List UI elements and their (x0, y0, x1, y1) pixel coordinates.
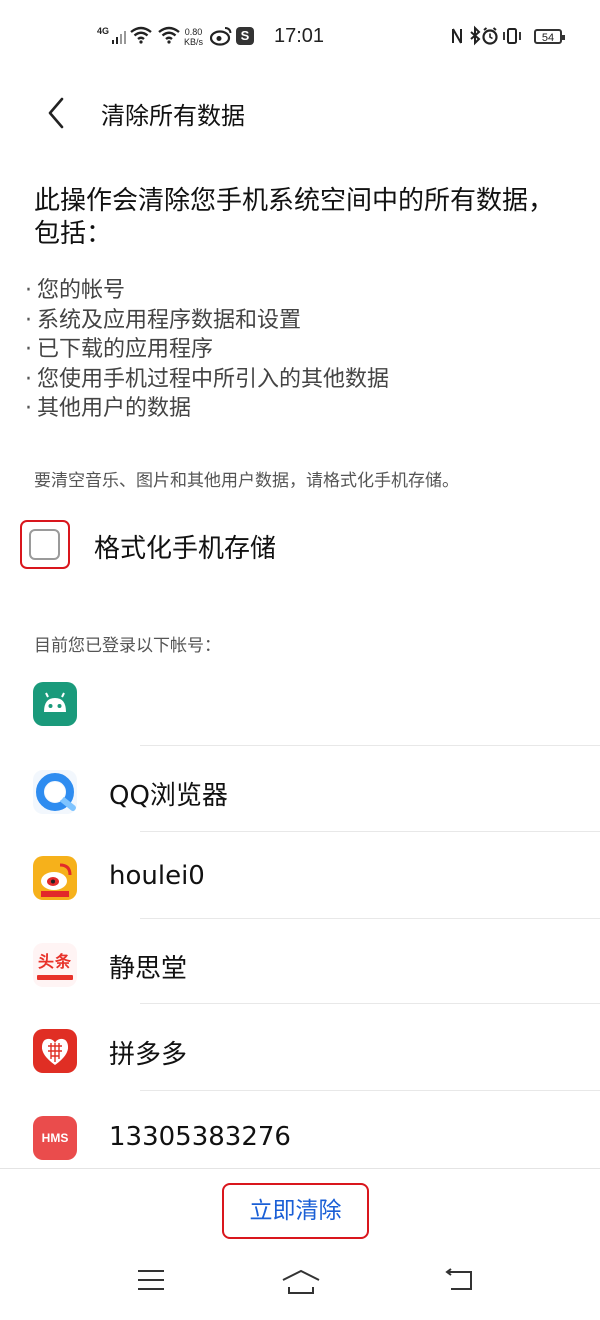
signal-icon (112, 31, 126, 44)
android-icon (33, 682, 77, 726)
alarm-icon (482, 27, 498, 45)
nfc-icon (452, 28, 462, 44)
vibrate-icon (503, 28, 521, 44)
divider (140, 745, 600, 746)
account-label-phone: 13305383276 (109, 1122, 291, 1152)
divider (140, 1090, 600, 1091)
hms-icon: HMS (33, 1116, 77, 1160)
network-type: 4G (97, 26, 110, 36)
status-bar: 4G 0.80 KB/s S 17:01 54 (0, 0, 600, 72)
menu-icon[interactable] (137, 1268, 165, 1292)
list-item: 系统及应用程序数据和设置 (25, 306, 389, 336)
back-arrow-icon[interactable] (44, 96, 70, 130)
list-item: 其他用户的数据 (25, 394, 389, 424)
accounts-header: 目前您已登录以下帐号： (34, 636, 221, 656)
wifi-secondary-icon (158, 26, 180, 44)
wifi-icon (130, 26, 152, 44)
divider (140, 918, 600, 919)
qq-browser-icon (33, 770, 77, 814)
bottom-divider (0, 1168, 600, 1169)
pinduoduo-icon (33, 1029, 77, 1073)
format-storage-checkbox[interactable] (29, 529, 60, 560)
page-title: 清除所有数据 (101, 102, 245, 130)
account-label-pinduoduo: 拼多多 (109, 1040, 188, 1070)
status-time: 17:01 (274, 25, 325, 47)
network-speed: 0.80 KB/s (184, 27, 204, 47)
warning-description: 此操作会清除您手机系统空间中的所有数据，包括： (34, 186, 555, 249)
weibo-notification-icon (210, 27, 232, 46)
list-item: 您使用手机过程中所引入的其他数据 (25, 365, 389, 395)
weibo-icon (33, 856, 77, 900)
back-nav-icon[interactable] (445, 1268, 475, 1292)
list-item: 已下载的应用程序 (25, 335, 389, 365)
divider (140, 1003, 600, 1004)
list-item: 您的帐号 (25, 276, 389, 306)
clear-now-button[interactable]: 立即清除 (224, 1185, 367, 1237)
battery-indicator: 54 (534, 29, 565, 44)
format-hint: 要清空音乐、图片和其他用户数据，请格式化手机存储。 (34, 471, 459, 491)
account-label-weibo: houlei0 (109, 861, 205, 891)
account-label-qq: QQ浏览器 (109, 781, 228, 811)
bluetooth-icon (470, 25, 481, 46)
app-notification-icon: S (236, 27, 254, 45)
home-icon[interactable] (281, 1269, 321, 1295)
toutiao-icon: 头条 (33, 943, 77, 987)
status-right-icons (452, 25, 521, 46)
data-list: 您的帐号 系统及应用程序数据和设置 已下载的应用程序 您使用手机过程中所引入的其… (25, 276, 389, 424)
divider (140, 831, 600, 832)
account-label-toutiao: 静思堂 (109, 954, 188, 984)
format-storage-label[interactable]: 格式化手机存储 (94, 528, 276, 565)
